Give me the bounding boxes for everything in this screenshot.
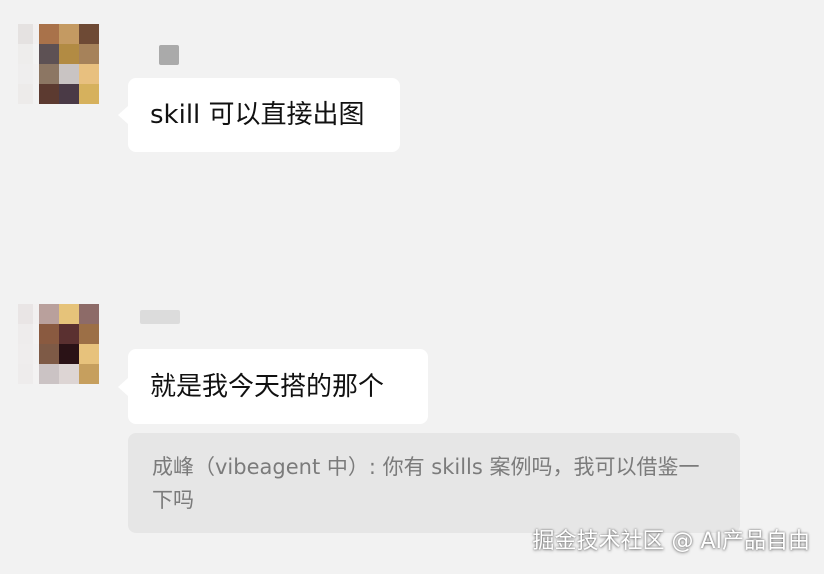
avatar-pixel [79, 84, 99, 104]
avatar-pixel [79, 44, 99, 64]
avatar-pixel [18, 344, 33, 364]
avatar-pixel [39, 24, 59, 44]
avatar-pixel [79, 304, 99, 324]
message-bubble[interactable]: 就是我今天搭的那个 [118, 349, 428, 424]
avatar-pixel [18, 324, 33, 344]
avatar-pixel [18, 64, 33, 84]
avatar-pixel [39, 324, 59, 344]
message-bubble[interactable]: skill 可以直接出图 [118, 78, 400, 152]
watermark: 掘金技术社区 @ AI产品自由 [532, 529, 810, 554]
avatar-pixel [18, 84, 33, 104]
avatar[interactable] [39, 24, 99, 104]
avatar[interactable] [39, 304, 99, 384]
avatar-pixel [18, 44, 33, 64]
avatar-pixel [79, 64, 99, 84]
avatar-pixel [18, 364, 33, 384]
sender-name-blurred [159, 45, 179, 65]
avatar-pixel [59, 64, 79, 84]
message-text: skill 可以直接出图 [150, 100, 365, 130]
avatar-pixel [39, 44, 59, 64]
avatar-pixel [79, 24, 99, 44]
avatar-pixel [59, 364, 79, 384]
quoted-message[interactable]: 成峰（vibeagent 中）: 你有 skills 案例吗，我可以借鉴一下吗 [128, 433, 740, 533]
quoted-message-text: 成峰（vibeagent 中）: 你有 skills 案例吗，我可以借鉴一下吗 [152, 455, 700, 512]
avatar-pixel [39, 304, 59, 324]
avatar-pixel [18, 24, 33, 44]
avatar-pixel [39, 64, 59, 84]
message-text: 就是我今天搭的那个 [150, 371, 385, 402]
avatar-pixel [59, 44, 79, 64]
avatar-pixel [59, 344, 79, 364]
avatar-pixel [59, 304, 79, 324]
avatar-pixel [59, 84, 79, 104]
avatar-pixel [59, 324, 79, 344]
avatar-pixel [79, 364, 99, 384]
avatar-pixel [39, 84, 59, 104]
avatar-pixel [59, 24, 79, 44]
sender-name-blurred [140, 310, 180, 324]
avatar-pixel [18, 304, 33, 324]
avatar-pixel [79, 344, 99, 364]
avatar-pixel [79, 324, 99, 344]
avatar-pixel [39, 364, 59, 384]
avatar-pixel [39, 344, 59, 364]
